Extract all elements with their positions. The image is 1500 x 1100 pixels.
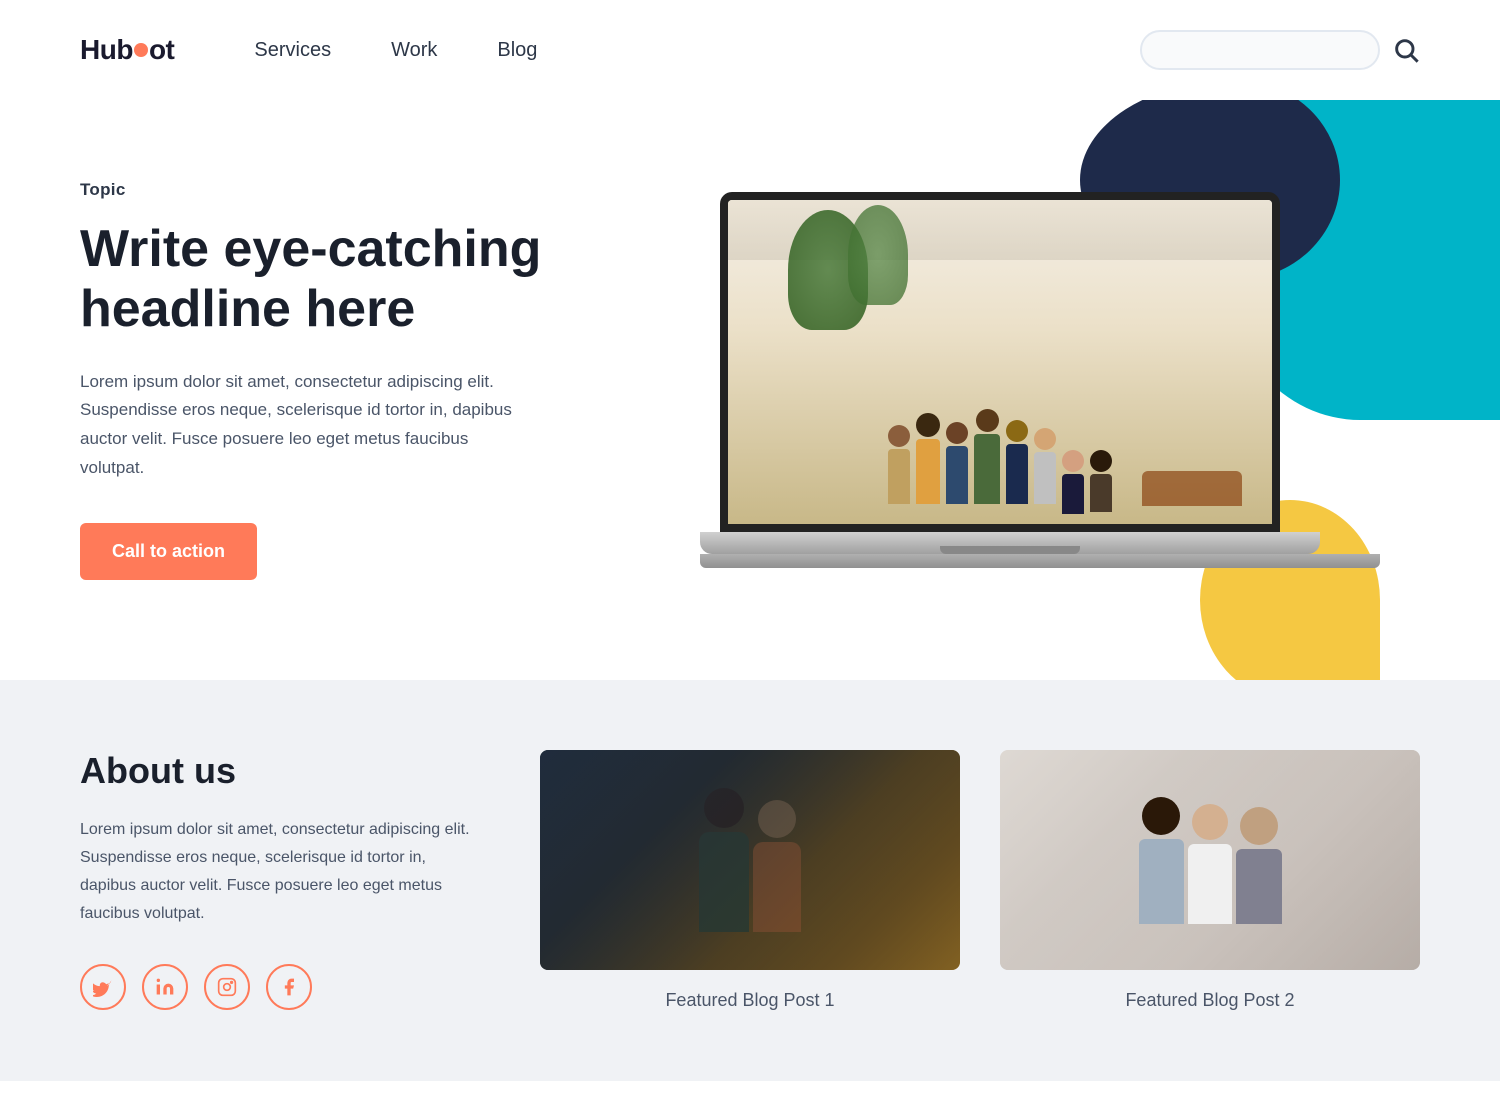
tree-center [848, 205, 908, 305]
search-input[interactable] [1140, 30, 1380, 70]
hero-topic: Topic [80, 180, 580, 200]
nav-work[interactable]: Work [391, 39, 437, 62]
search-icon [1392, 36, 1420, 64]
nav-blog[interactable]: Blog [497, 39, 537, 62]
people-group [888, 409, 1112, 504]
search-button[interactable] [1392, 36, 1420, 64]
blog-label-1: Featured Blog Post 1 [665, 990, 834, 1011]
person-4 [974, 409, 1000, 504]
linkedin-icon[interactable] [142, 964, 188, 1010]
blog-card-1[interactable]: Featured Blog Post 1 [540, 750, 960, 1011]
blog-cards: Featured Blog Post 1 [540, 750, 1420, 1011]
hero-body: Lorem ipsum dolor sit amet, consectetur … [80, 368, 520, 484]
facebook-icon[interactable] [266, 964, 312, 1010]
person-3 [946, 422, 968, 504]
laptop-screen-inner [728, 200, 1272, 524]
blog-label-2: Featured Blog Post 2 [1125, 990, 1294, 1011]
person-1 [888, 425, 910, 504]
person-7 [1062, 450, 1084, 514]
about-left: About us Lorem ipsum dolor sit amet, con… [80, 750, 480, 1010]
laptop-stand [700, 554, 1380, 568]
blog-card-2[interactable]: Featured Blog Post 2 [1000, 750, 1420, 1011]
couch [1142, 471, 1242, 506]
laptop-base [700, 532, 1320, 554]
laptop-screen [720, 192, 1280, 532]
blog-img-inner-2 [1000, 750, 1420, 970]
twitter-icon[interactable] [80, 964, 126, 1010]
blog-image-2 [1000, 750, 1420, 970]
hero-section: Topic Write eye-catching headline here L… [0, 100, 1500, 680]
blog-img-inner-1 [540, 750, 960, 970]
nav-services[interactable]: Services [254, 39, 331, 62]
hero-headline: Write eye-catching headline here [80, 220, 580, 340]
search-area [1140, 30, 1420, 70]
header: Hubot Services Work Blog [0, 0, 1500, 100]
social-icons [80, 964, 480, 1010]
blog-people-2 [1119, 777, 1302, 944]
laptop-frame [700, 192, 1300, 568]
person-2 [916, 413, 940, 504]
blog-image-1 [540, 750, 960, 970]
hero-content: Topic Write eye-catching headline here L… [80, 180, 580, 580]
cta-button[interactable]: Call to action [80, 523, 257, 580]
person-5 [1006, 420, 1028, 504]
logo[interactable]: Hubot [80, 34, 174, 66]
about-body: Lorem ipsum dolor sit amet, consectetur … [80, 816, 480, 928]
instagram-icon[interactable] [204, 964, 250, 1010]
person-8 [1090, 450, 1112, 512]
person-6 [1034, 428, 1056, 504]
logo-text: Hubot [80, 34, 174, 66]
hero-image [580, 192, 1420, 568]
navigation: Services Work Blog [254, 39, 537, 62]
about-title: About us [80, 750, 480, 792]
about-section: About us Lorem ipsum dolor sit amet, con… [0, 680, 1500, 1081]
